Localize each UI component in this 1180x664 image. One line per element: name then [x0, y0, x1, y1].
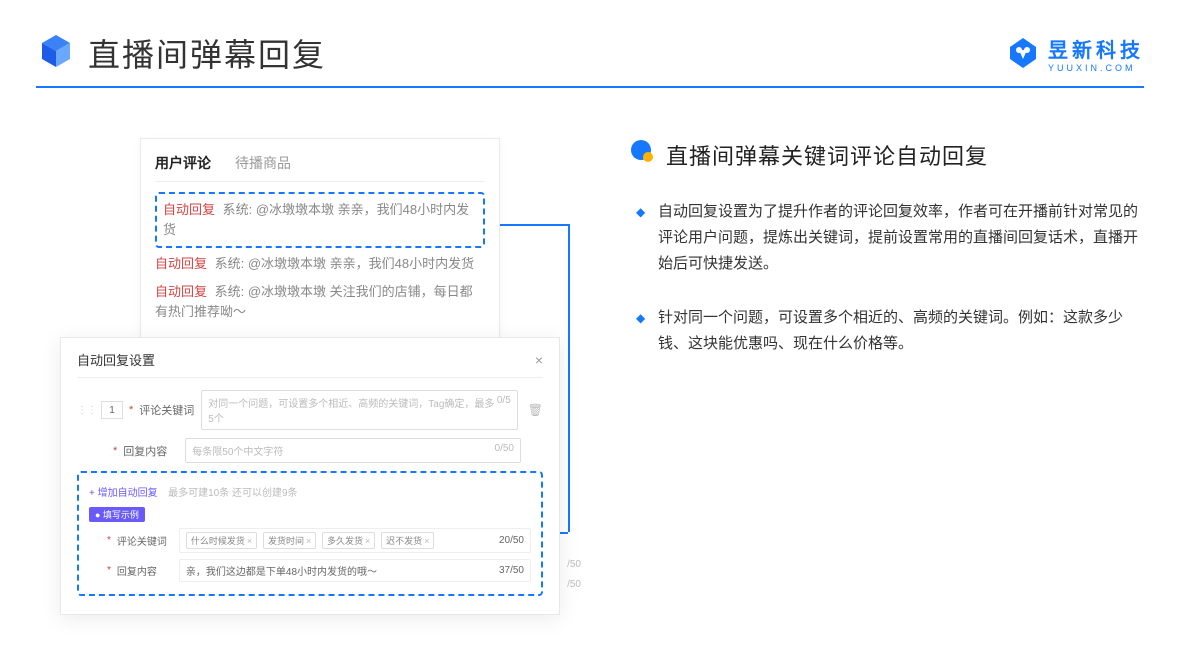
modal-header: 自动回复设置 ×: [77, 350, 543, 378]
auto-reply-badge: 自动回复: [155, 256, 207, 271]
keyword-tag[interactable]: 什么时候发货×: [186, 532, 257, 549]
comment-line: 自动回复 系统: @冰墩墩本墩 关注我们的店铺，每日都有热门推荐呦～: [155, 282, 485, 322]
bullet-item: 自动回复设置为了提升作者的评论回复效率，作者可在开播前针对常见的评论用户问题，提…: [642, 199, 1140, 277]
highlighted-comment: 自动回复 系统: @冰墩墩本墩 亲亲，我们48小时内发货: [155, 192, 485, 248]
keyword-label: 评论关键词: [139, 402, 195, 418]
comment-line: 自动回复 系统: @冰墩墩本墩 亲亲，我们48小时内发货: [163, 200, 477, 240]
keyword-placeholder: 对同一个问题，可设置多个相近、高频的关键词，Tag确定，最多5个: [208, 395, 497, 425]
right-column: 直播间弹幕关键词评论自动回复 自动回复设置为了提升作者的评论回复效率，作者可在开…: [628, 138, 1140, 615]
auto-reply-badge: 自动回复: [163, 202, 215, 217]
add-row: + 增加自动回复 最多可建10条 还可以创建9条: [89, 483, 531, 501]
example-keyword-input[interactable]: 什么时候发货× 发货时间× 多久发货× 迟不发货× 20/50: [179, 528, 531, 553]
main-content: 用户评论 待播商品 自动回复 系统: @冰墩墩本墩 亲亲，我们48小时内发货 自…: [0, 88, 1180, 615]
comment-text: 系统: @冰墩墩本墩 亲亲，我们48小时内发货: [215, 256, 475, 271]
example-content-text: 亲，我们这边都是下单48小时内发货的哦～: [186, 563, 377, 578]
content-placeholder: 每条限50个中文字符: [192, 443, 283, 458]
header-left: 直播间弹幕回复: [36, 30, 326, 76]
form-row-keyword: ⋮⋮ 1 * 评论关键词 对同一个问题，可设置多个相近、高频的关键词，Tag确定…: [77, 390, 543, 430]
required-star: *: [129, 404, 133, 416]
keyword-tag[interactable]: 发货时间×: [263, 532, 316, 549]
bubble-icon: [628, 138, 656, 171]
keyword-input[interactable]: 对同一个问题，可设置多个相近、高频的关键词，Tag确定，最多5个 0/5: [201, 390, 517, 430]
content-input[interactable]: 每条限50个中文字符 0/50: [185, 438, 521, 463]
keyword-tag[interactable]: 迟不发货×: [381, 532, 434, 549]
content-label: 回复内容: [123, 443, 179, 459]
side-count: /50: [567, 579, 581, 590]
tag-container: 什么时候发货× 发货时间× 多久发货× 迟不发货×: [186, 532, 437, 549]
add-auto-reply-link[interactable]: + 增加自动回复: [89, 488, 158, 499]
keyword-tag[interactable]: 多久发货×: [322, 532, 375, 549]
connector-line: [568, 224, 570, 532]
example-badge: ● 填写示例: [89, 507, 145, 522]
close-icon[interactable]: ×: [535, 352, 543, 368]
trash-icon[interactable]: 🗑: [528, 403, 543, 417]
side-count: /50: [567, 559, 581, 570]
auto-reply-badge: 自动回复: [155, 284, 207, 299]
brand-en: YUUXIN.COM: [1048, 63, 1144, 73]
page-title: 直播间弹幕回复: [88, 30, 326, 76]
example-content-count: 37/50: [499, 565, 524, 576]
example-content-label: 回复内容: [117, 563, 173, 578]
example-content-row: * 回复内容 亲，我们这边都是下单48小时内发货的哦～ 37/50: [89, 559, 531, 582]
comment-line: 自动回复 系统: @冰墩墩本墩 亲亲，我们48小时内发货: [155, 254, 485, 274]
content-count: 0/50: [495, 443, 514, 458]
tabs-bar: 用户评论 待播商品: [155, 153, 485, 182]
bullet-item: 针对同一个问题，可设置多个相近的、高频的关键词。例如：这款多少钱、这块能优惠吗、…: [642, 305, 1140, 357]
tab-user-comments[interactable]: 用户评论: [155, 153, 211, 173]
connector-line: [498, 224, 568, 226]
bullet-list: 自动回复设置为了提升作者的评论回复效率，作者可在开播前针对常见的评论用户问题，提…: [628, 199, 1140, 357]
tab-pending-goods[interactable]: 待播商品: [235, 153, 291, 173]
cube-icon: [36, 31, 76, 76]
add-hint: 最多可建10条 还可以创建9条: [168, 488, 297, 499]
required-star: *: [113, 445, 117, 457]
comments-card: 用户评论 待播商品 自动回复 系统: @冰墩墩本墩 亲亲，我们48小时内发货 自…: [140, 138, 500, 349]
required-star: *: [107, 535, 111, 546]
section-title: 直播间弹幕关键词评论自动回复: [666, 139, 988, 171]
required-star: *: [107, 565, 111, 576]
drag-handle-icon[interactable]: ⋮⋮: [77, 405, 97, 416]
page-header: 直播间弹幕回复 昱新科技 YUUXIN.COM: [0, 0, 1180, 76]
keyword-count: 0/5: [497, 395, 511, 425]
brand-logo: 昱新科技 YUUXIN.COM: [1006, 34, 1144, 73]
form-row-content: * 回复内容 每条限50个中文字符 0/50: [77, 438, 543, 463]
example-keyword-row: * 评论关键词 什么时候发货× 发货时间× 多久发货× 迟不发货× 20/50: [89, 528, 531, 553]
example-kw-label: 评论关键词: [117, 533, 173, 548]
brand-cn: 昱新科技: [1048, 34, 1144, 63]
modal-title: 自动回复设置: [77, 350, 155, 369]
section-header: 直播间弹幕关键词评论自动回复: [628, 138, 1140, 171]
index-number: 1: [101, 401, 123, 419]
example-content-input[interactable]: 亲，我们这边都是下单48小时内发货的哦～ 37/50: [179, 559, 531, 582]
settings-modal: 自动回复设置 × ⋮⋮ 1 * 评论关键词 对同一个问题，可设置多个相近、高频的…: [60, 337, 560, 615]
example-kw-count: 20/50: [499, 535, 524, 546]
left-column: 用户评论 待播商品 自动回复 系统: @冰墩墩本墩 亲亲，我们48小时内发货 自…: [60, 138, 580, 615]
example-highlight-box: + 增加自动回复 最多可建10条 还可以创建9条 ● 填写示例 * 评论关键词 …: [77, 471, 543, 596]
